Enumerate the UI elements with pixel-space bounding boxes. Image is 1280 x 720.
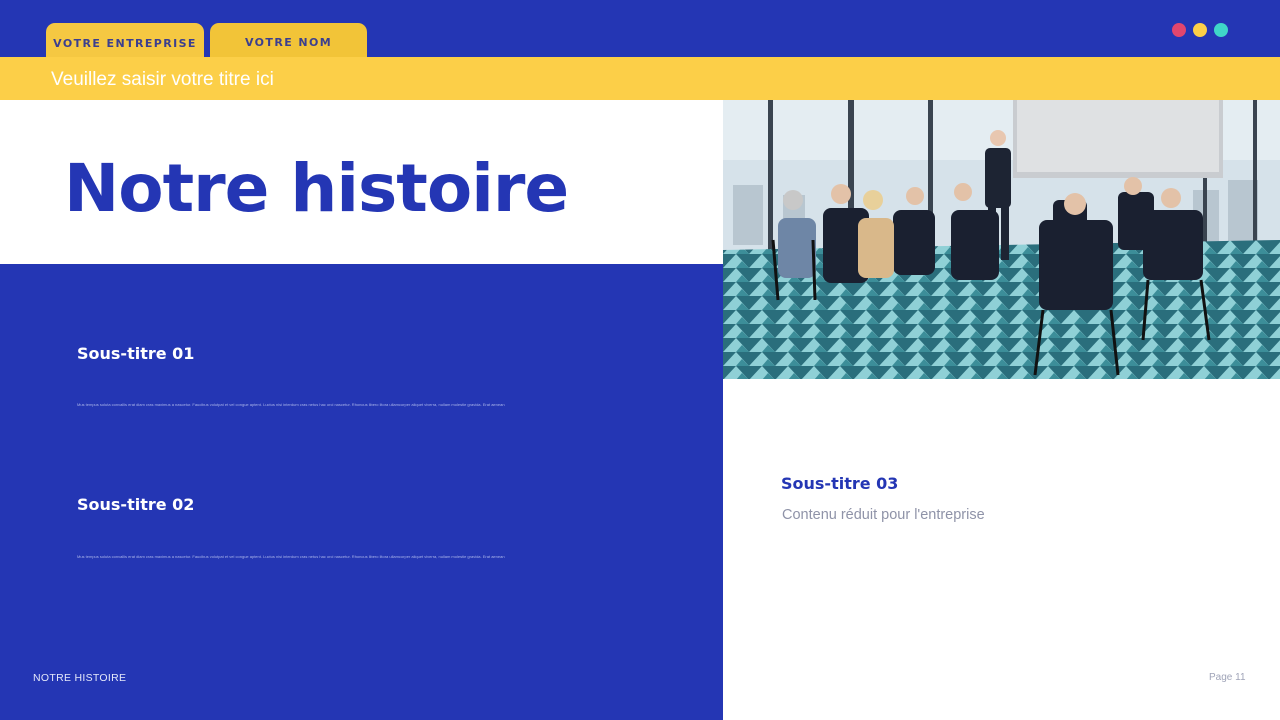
page-title: Notre histoire [64, 150, 569, 227]
page-number: Page 11 [1209, 672, 1246, 683]
right-card [723, 379, 1280, 720]
yellow-dot [1193, 23, 1207, 37]
band-title: Veuillez saisir votre titre ici [51, 69, 274, 90]
subtitle-01: Sous-titre 01 [77, 344, 195, 363]
subtitle-02: Sous-titre 02 [77, 495, 195, 514]
window-dots [1172, 23, 1228, 37]
teal-dot [1214, 23, 1228, 37]
subtitle-03: Sous-titre 03 [781, 474, 899, 493]
body-text-01: Mus tempus soluta convallis erat diam cr… [77, 402, 505, 407]
conference-photo [723, 100, 1280, 379]
pink-dot [1172, 23, 1186, 37]
footer-section-label: NOTRE HISTOIRE [33, 672, 127, 684]
content-panel [0, 264, 723, 720]
body-text-02: Mus tempus soluta convallis erat diam cr… [77, 554, 505, 559]
right-card-body: Contenu réduit pour l'entreprise [782, 507, 985, 523]
tab-name[interactable]: VOTRE NOM [210, 23, 367, 57]
tab-company[interactable]: VOTRE ENTREPRISE [46, 23, 204, 57]
